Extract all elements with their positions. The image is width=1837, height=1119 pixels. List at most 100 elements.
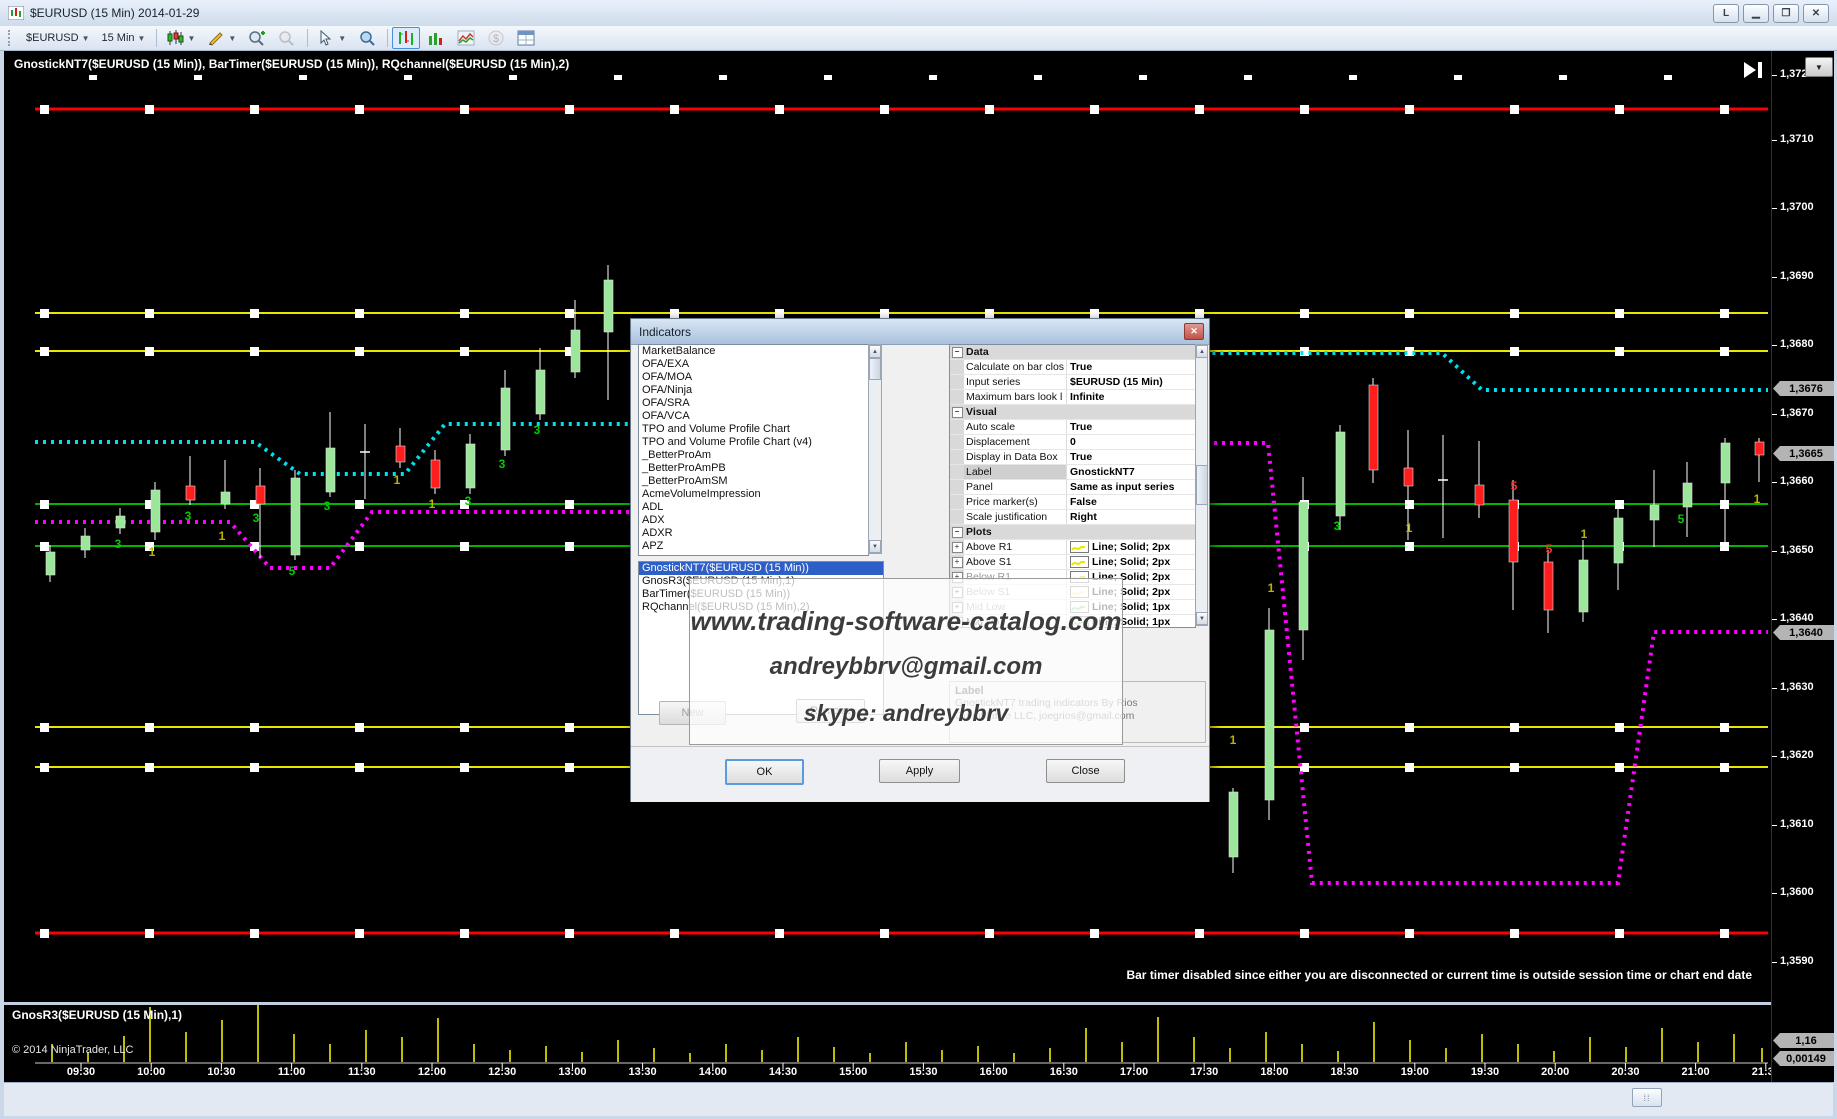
indicator-list-item[interactable]: _BetterProAm xyxy=(639,449,868,462)
indicator-list-item[interactable]: OFA/SRA xyxy=(639,397,868,410)
scrollbar-grip-button[interactable]: ⁞⁞ xyxy=(1632,1088,1662,1107)
indicator-list-item[interactable]: TPO and Volume Profile Chart (v4) xyxy=(639,436,868,449)
price-tick-dash xyxy=(1772,345,1777,346)
scrollbar-thumb[interactable] xyxy=(869,358,881,380)
indicator-list-item[interactable]: TPO and Volume Profile Chart xyxy=(639,423,868,436)
indicator-list-item[interactable]: OFA/Ninja xyxy=(639,384,868,397)
available-indicators-list[interactable]: MarketBalanceOFA/EXAOFA/MOAOFA/NinjaOFA/… xyxy=(638,344,869,556)
scroll-up-icon[interactable]: ▲ xyxy=(1196,345,1208,358)
time-axis-label: 15:30 xyxy=(909,1066,937,1078)
horizontal-scrollbar[interactable]: ⁞⁞ xyxy=(4,1082,1833,1116)
property-label: Display in Data Box xyxy=(964,450,1067,464)
available-list-scrollbar[interactable]: ▲ ▼ xyxy=(868,344,882,554)
indicator-list-item[interactable]: ADL xyxy=(639,501,868,514)
dialog-close-button[interactable]: ✕ xyxy=(1184,323,1204,340)
property-value[interactable]: Right xyxy=(1067,510,1195,524)
property-label: Displacement xyxy=(964,435,1067,449)
property-value[interactable]: Line; Solid; 2px xyxy=(1067,540,1195,554)
indicator-list-item[interactable]: OFA/VCA xyxy=(639,410,868,423)
property-value[interactable]: True xyxy=(1067,360,1195,374)
property-row[interactable]: Scale justificationRight xyxy=(950,510,1195,525)
property-value[interactable]: 0 xyxy=(1067,435,1195,449)
property-label: Panel xyxy=(964,480,1067,494)
indicator-list-item[interactable]: _BetterProAmSM xyxy=(639,475,868,488)
property-row[interactable]: PanelSame as input series xyxy=(950,480,1195,495)
property-gutter xyxy=(950,360,964,374)
time-axis-label: 20:30 xyxy=(1611,1066,1639,1078)
property-value[interactable]: True xyxy=(1067,420,1195,434)
scroll-down-icon[interactable]: ▼ xyxy=(869,540,881,553)
time-axis-label: 12:30 xyxy=(488,1066,516,1078)
property-value[interactable]: Infinite xyxy=(1067,390,1195,404)
indicator-list-item[interactable]: OFA/EXA xyxy=(639,358,868,371)
price-tick-dash xyxy=(1772,75,1777,76)
expand-icon[interactable]: + xyxy=(952,542,963,553)
time-axis-label: 18:30 xyxy=(1331,1066,1359,1078)
dialog-titlebar[interactable]: Indicators xyxy=(631,319,1209,345)
time-axis-label: 18:00 xyxy=(1260,1066,1288,1078)
property-value[interactable]: True xyxy=(1067,450,1195,464)
collapse-icon[interactable]: − xyxy=(952,347,963,358)
property-label: Calculate on bar clos xyxy=(964,360,1067,374)
indicator-list-item[interactable]: OFA/MOA xyxy=(639,371,868,384)
property-value[interactable]: Same as input series xyxy=(1067,480,1195,494)
price-axis[interactable]: ▼ 1,3721,37101,37001,36901,36801,36701,3… xyxy=(1771,51,1834,1082)
property-row[interactable]: Price marker(s)False xyxy=(950,495,1195,510)
property-row[interactable]: Calculate on bar closTrue xyxy=(950,360,1195,375)
go-to-end-icon[interactable] xyxy=(1742,60,1766,80)
price-tick-label: 1,3700 xyxy=(1780,201,1814,213)
time-axis-label: 15:00 xyxy=(839,1066,867,1078)
price-tick-label: 1,3600 xyxy=(1780,886,1814,898)
collapse-icon[interactable]: − xyxy=(952,407,963,418)
properties-scrollbar[interactable]: ▲ ▼ xyxy=(1195,344,1208,626)
property-label: Label xyxy=(964,465,1067,479)
scrollbar-thumb[interactable] xyxy=(1196,465,1208,505)
property-value[interactable]: $EURUSD (15 Min) xyxy=(1067,375,1195,389)
property-row[interactable]: −Visual xyxy=(950,405,1195,420)
indicator-list-item[interactable]: ADXR xyxy=(639,527,868,540)
property-row[interactable]: Maximum bars look lInfinite xyxy=(950,390,1195,405)
watermark-text: skype: andreybbrv xyxy=(671,700,1141,727)
property-row[interactable]: Display in Data BoxTrue xyxy=(950,450,1195,465)
property-row[interactable]: −Data xyxy=(950,345,1195,360)
price-tick-dash xyxy=(1772,482,1777,483)
expand-icon[interactable]: + xyxy=(952,557,963,568)
property-row[interactable]: −Plots xyxy=(950,525,1195,540)
price-marker: 1,3665 xyxy=(1773,446,1834,461)
svg-text:1: 1 xyxy=(219,529,226,543)
time-axis-label: 17:00 xyxy=(1120,1066,1148,1078)
property-row[interactable]: +Above R1Line; Solid; 2px xyxy=(950,540,1195,555)
time-axis-label: 21:00 xyxy=(1682,1066,1710,1078)
price-tick-dash xyxy=(1772,619,1777,620)
apply-button[interactable]: Apply xyxy=(879,759,960,783)
property-gutter: − xyxy=(950,345,964,359)
property-row[interactable]: LabelGnostickNT7 xyxy=(950,465,1195,480)
property-gutter xyxy=(950,450,964,464)
configured-indicator-item[interactable]: GnostickNT7($EURUSD (15 Min)) xyxy=(639,562,883,575)
property-row[interactable]: Auto scaleTrue xyxy=(950,420,1195,435)
indicator-list-item[interactable]: MarketBalance xyxy=(639,345,868,358)
scroll-down-icon[interactable]: ▼ xyxy=(1196,612,1208,625)
property-row[interactable]: Displacement0 xyxy=(950,435,1195,450)
collapse-icon[interactable]: − xyxy=(952,527,963,538)
property-value[interactable]: Line; Solid; 2px xyxy=(1067,555,1195,569)
property-row[interactable]: +Above S1Line; Solid; 2px xyxy=(950,555,1195,570)
scroll-up-icon[interactable]: ▲ xyxy=(869,345,881,358)
ok-button[interactable]: OK xyxy=(725,759,804,785)
property-value[interactable]: False xyxy=(1067,495,1195,509)
property-row[interactable]: Input series$EURUSD (15 Min) xyxy=(950,375,1195,390)
property-label: Price marker(s) xyxy=(964,495,1067,509)
price-tick-label: 1,3680 xyxy=(1780,338,1814,350)
price-tick-dash xyxy=(1772,551,1777,552)
price-tick-label: 1,3620 xyxy=(1780,749,1814,761)
property-value[interactable]: GnostickNT7 xyxy=(1067,465,1195,479)
indicator-list-item[interactable]: ADX xyxy=(639,514,868,527)
panel-splitter[interactable] xyxy=(4,1002,1833,1005)
property-label: Above S1 xyxy=(964,555,1067,569)
indicator-list-item[interactable]: _BetterProAmPB xyxy=(639,462,868,475)
price-axis-dropdown[interactable]: ▼ xyxy=(1805,57,1833,77)
time-axis-label: 16:30 xyxy=(1050,1066,1078,1078)
indicator-list-item[interactable]: APZ xyxy=(639,540,868,553)
indicator-list-item[interactable]: AcmeVolumeImpression xyxy=(639,488,868,501)
close-dialog-button[interactable]: Close xyxy=(1046,759,1125,783)
